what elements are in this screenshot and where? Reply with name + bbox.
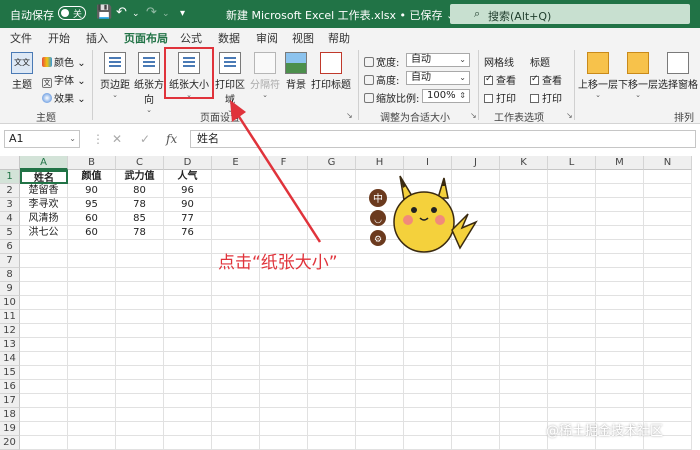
watermark: @稀土掘金技术社区 <box>546 424 664 439</box>
annotation-arrow <box>230 100 322 243</box>
arrow-head <box>230 100 246 122</box>
annotation-text: 点击“纸张大小” <box>218 253 338 273</box>
arrow-line <box>234 111 322 243</box>
